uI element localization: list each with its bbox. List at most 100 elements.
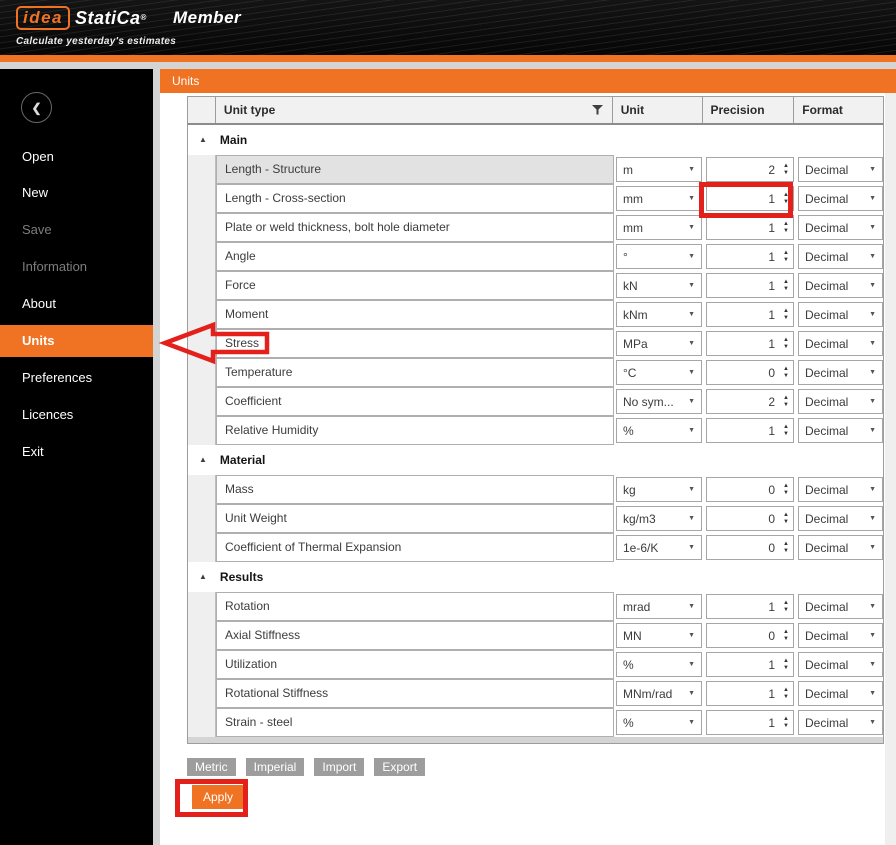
spinner-up-icon[interactable]: ▲ bbox=[783, 192, 789, 198]
format-select[interactable]: Decimal ▼ bbox=[798, 186, 883, 211]
unit-select[interactable]: No sym... ▼ bbox=[616, 389, 702, 414]
unit-select[interactable]: MN ▼ bbox=[616, 623, 702, 648]
format-select[interactable]: Decimal ▼ bbox=[798, 244, 883, 269]
unit-select[interactable]: mm ▼ bbox=[616, 186, 702, 211]
unit-select[interactable]: kg ▼ bbox=[616, 477, 702, 502]
collapse-icon[interactable]: ▲ bbox=[199, 573, 207, 581]
dropdown-arrow-icon[interactable]: ▼ bbox=[869, 253, 876, 260]
table-row[interactable]: Rotational Stiffness MNm/rad ▼ 1 ▲ ▼ Decimal ▼ bbox=[188, 679, 883, 708]
unit-select[interactable]: m ▼ bbox=[616, 157, 702, 182]
unit-select[interactable]: % ▼ bbox=[616, 652, 702, 677]
spinner-up-icon[interactable]: ▲ bbox=[783, 366, 789, 372]
spinner-up-icon[interactable]: ▲ bbox=[783, 337, 789, 343]
unit-type-cell[interactable]: Angle bbox=[216, 242, 614, 271]
sidebar-item-preferences[interactable]: Preferences bbox=[22, 370, 92, 386]
table-row[interactable]: Force kN ▼ 1 ▲ ▼ Decimal ▼ bbox=[188, 271, 883, 300]
import-button[interactable]: Import bbox=[314, 758, 365, 776]
dropdown-arrow-icon[interactable]: ▼ bbox=[688, 166, 695, 173]
format-select[interactable]: Decimal ▼ bbox=[798, 506, 883, 531]
spinner-down-icon[interactable]: ▼ bbox=[783, 723, 789, 729]
spinner-down-icon[interactable]: ▼ bbox=[783, 607, 789, 613]
section-row-results[interactable]: ▲ Results bbox=[188, 562, 883, 592]
unit-type-cell[interactable]: Rotation bbox=[216, 592, 614, 621]
format-select[interactable]: Decimal ▼ bbox=[798, 594, 883, 619]
dropdown-arrow-icon[interactable]: ▼ bbox=[869, 427, 876, 434]
spinner-up-icon[interactable]: ▲ bbox=[783, 424, 789, 430]
table-row[interactable]: Coefficient No sym... ▼ 2 ▲ ▼ Decimal ▼ bbox=[188, 387, 883, 416]
collapse-icon[interactable]: ▲ bbox=[199, 136, 207, 144]
sidebar-item-licences[interactable]: Licences bbox=[22, 407, 73, 423]
section-row-main[interactable]: ▲ Main bbox=[188, 125, 883, 155]
unit-select[interactable]: ° ▼ bbox=[616, 244, 702, 269]
table-row[interactable]: Relative Humidity% ▼ 1 ▲ ▼ Decimal ▼ bbox=[188, 416, 883, 445]
spinner-up-icon[interactable]: ▲ bbox=[783, 395, 789, 401]
filter-icon[interactable] bbox=[591, 105, 603, 115]
dropdown-arrow-icon[interactable]: ▼ bbox=[688, 340, 695, 347]
spinner-down-icon[interactable]: ▼ bbox=[783, 694, 789, 700]
spinner-down-icon[interactable]: ▼ bbox=[783, 170, 789, 176]
sidebar-item-about[interactable]: About bbox=[22, 296, 56, 312]
precision-spinner[interactable]: 1 ▲ ▼ bbox=[706, 594, 794, 619]
precision-spinner[interactable]: 1 ▲ ▼ bbox=[706, 244, 794, 269]
spinner-up-icon[interactable]: ▲ bbox=[783, 163, 789, 169]
format-select[interactable]: Decimal ▼ bbox=[798, 681, 883, 706]
scrollbar-track[interactable] bbox=[885, 93, 896, 845]
sidebar-item-information[interactable]: Information bbox=[22, 259, 87, 275]
dropdown-arrow-icon[interactable]: ▼ bbox=[869, 719, 876, 726]
precision-spinner[interactable]: 1 ▲ ▼ bbox=[706, 302, 794, 327]
dropdown-arrow-icon[interactable]: ▼ bbox=[869, 195, 876, 202]
precision-spinner[interactable]: 1 ▲ ▼ bbox=[706, 186, 794, 211]
precision-spinner[interactable]: 1 ▲ ▼ bbox=[706, 215, 794, 240]
table-row[interactable]: Strain - steel% ▼ 1 ▲ ▼ Decimal ▼ bbox=[188, 708, 883, 737]
table-row[interactable]: Rotation mrad ▼ 1 ▲ ▼ Decimal ▼ bbox=[188, 592, 883, 621]
unit-select[interactable]: °C ▼ bbox=[616, 360, 702, 385]
export-button[interactable]: Export bbox=[374, 758, 426, 776]
spinner-down-icon[interactable]: ▼ bbox=[783, 431, 789, 437]
header-cell-unit-type[interactable]: Unit type bbox=[216, 97, 613, 123]
header-cell-unit[interactable]: Unit bbox=[613, 97, 703, 123]
format-select[interactable]: Decimal ▼ bbox=[798, 389, 883, 414]
format-select[interactable]: Decimal ▼ bbox=[798, 477, 883, 502]
precision-spinner[interactable]: 0 ▲ ▼ bbox=[706, 477, 794, 502]
dropdown-arrow-icon[interactable]: ▼ bbox=[869, 632, 876, 639]
unit-type-cell[interactable]: Length - Cross-section bbox=[216, 184, 614, 213]
dropdown-arrow-icon[interactable]: ▼ bbox=[869, 340, 876, 347]
dropdown-arrow-icon[interactable]: ▼ bbox=[869, 603, 876, 610]
precision-spinner[interactable]: 1 ▲ ▼ bbox=[706, 273, 794, 298]
unit-type-cell[interactable]: Strain - steel bbox=[216, 708, 614, 737]
dropdown-arrow-icon[interactable]: ▼ bbox=[688, 282, 695, 289]
unit-type-cell[interactable]: Moment bbox=[216, 300, 614, 329]
unit-type-cell[interactable]: Relative Humidity bbox=[216, 416, 614, 445]
unit-type-cell[interactable]: Unit Weight bbox=[216, 504, 614, 533]
precision-spinner[interactable]: 1 ▲ ▼ bbox=[706, 331, 794, 356]
sidebar-item-open[interactable]: Open bbox=[22, 149, 54, 165]
spinner-down-icon[interactable]: ▼ bbox=[783, 402, 789, 408]
unit-type-cell[interactable]: Force bbox=[216, 271, 614, 300]
dropdown-arrow-icon[interactable]: ▼ bbox=[869, 661, 876, 668]
format-select[interactable]: Decimal ▼ bbox=[798, 273, 883, 298]
unit-type-cell[interactable]: Coefficient bbox=[216, 387, 614, 416]
precision-spinner[interactable]: 0 ▲ ▼ bbox=[706, 623, 794, 648]
table-row[interactable]: Stress MPa ▼ 1 ▲ ▼ Decimal ▼ bbox=[188, 329, 883, 358]
spinner-up-icon[interactable]: ▲ bbox=[783, 541, 789, 547]
dropdown-arrow-icon[interactable]: ▼ bbox=[688, 603, 695, 610]
dropdown-arrow-icon[interactable]: ▼ bbox=[688, 427, 695, 434]
unit-select[interactable]: kg/m3 ▼ bbox=[616, 506, 702, 531]
header-cell-precision[interactable]: Precision bbox=[703, 97, 795, 123]
dropdown-arrow-icon[interactable]: ▼ bbox=[688, 486, 695, 493]
unit-select[interactable]: mrad ▼ bbox=[616, 594, 702, 619]
spinner-up-icon[interactable]: ▲ bbox=[783, 512, 789, 518]
spinner-up-icon[interactable]: ▲ bbox=[783, 687, 789, 693]
unit-type-cell[interactable]: Length - Structure bbox=[216, 155, 614, 184]
precision-spinner[interactable]: 0 ▲ ▼ bbox=[706, 535, 794, 560]
spinner-up-icon[interactable]: ▲ bbox=[783, 716, 789, 722]
sidebar-item-units[interactable]: Units bbox=[0, 325, 153, 357]
format-select[interactable]: Decimal ▼ bbox=[798, 623, 883, 648]
sidebar-item-save[interactable]: Save bbox=[22, 222, 52, 238]
unit-select[interactable]: mm ▼ bbox=[616, 215, 702, 240]
format-select[interactable]: Decimal ▼ bbox=[798, 418, 883, 443]
dropdown-arrow-icon[interactable]: ▼ bbox=[688, 224, 695, 231]
format-select[interactable]: Decimal ▼ bbox=[798, 302, 883, 327]
precision-spinner[interactable]: 2 ▲ ▼ bbox=[706, 389, 794, 414]
sidebar-item-new[interactable]: New bbox=[22, 185, 48, 201]
